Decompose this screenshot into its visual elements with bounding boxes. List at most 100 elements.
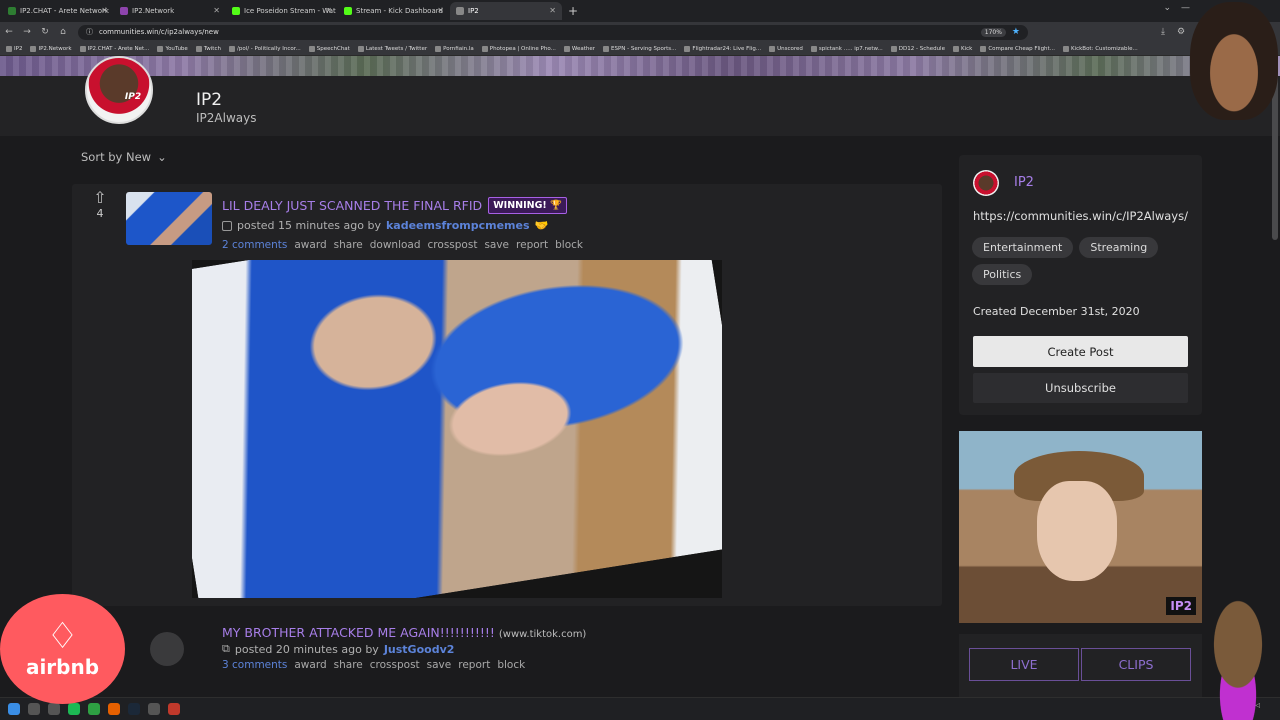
award-link[interactable]: award — [294, 659, 326, 671]
firefox-icon[interactable] — [108, 703, 120, 715]
unsubscribe-button[interactable]: Unsubscribe — [973, 373, 1188, 403]
community-title[interactable]: IP2 — [196, 90, 222, 110]
post-thumbnail[interactable] — [150, 632, 184, 666]
community-logo[interactable]: IP2 — [85, 56, 153, 124]
block-link[interactable]: block — [555, 239, 583, 251]
report-link[interactable]: report — [516, 239, 548, 251]
tab-favicon-icon — [344, 7, 352, 15]
bookmark-item[interactable]: Unscored — [769, 45, 803, 52]
close-icon[interactable]: ✕ — [549, 6, 556, 15]
obs-icon[interactable] — [168, 703, 180, 715]
extensions-icon[interactable]: ⚙ — [1172, 27, 1190, 37]
bookmark-item[interactable]: KickBot: Customizable... — [1062, 45, 1138, 52]
windows-start-icon[interactable] — [8, 703, 20, 715]
post-title[interactable]: MY BROTHER ATTACKED ME AGAIN!!!!!!!!!!! … — [222, 625, 586, 640]
browser-tab[interactable]: Stream - Kick Dashboard ✕ — [338, 2, 450, 20]
zoom-badge[interactable]: 170% — [980, 27, 1006, 37]
upvote-icon[interactable]: ⇧ — [90, 188, 110, 207]
site-info-icon[interactable]: ⓘ — [86, 27, 93, 37]
post-image[interactable] — [192, 260, 722, 598]
bookmark-favicon-icon — [603, 45, 610, 52]
browser-tab-active[interactable]: IP2 ✕ — [450, 2, 562, 20]
tag-streaming[interactable]: Streaming — [1079, 237, 1159, 258]
bookmark-item[interactable]: IP2.CHAT - Arete Net... — [79, 45, 149, 52]
bookmark-item[interactable]: Weather — [563, 45, 595, 52]
chevron-down-icon[interactable]: ⌄ — [1163, 3, 1171, 13]
bookmark-favicon-icon — [79, 45, 86, 52]
bookmark-favicon-icon — [481, 45, 488, 52]
settings-icon[interactable] — [148, 703, 160, 715]
crosspost-link[interactable]: crosspost — [370, 659, 420, 671]
bookmark-item[interactable]: DD12 - Schedule — [890, 45, 945, 52]
tab-label: Ice Poseidon Stream - Wat — [244, 7, 336, 15]
sort-dropdown[interactable]: Sort by New ⌄ — [81, 150, 167, 164]
bookmark-item[interactable]: SpeechChat — [308, 45, 350, 52]
post-author-link[interactable]: JustGoodv2 — [384, 643, 455, 656]
share-link[interactable]: share — [334, 659, 363, 671]
bookmark-item[interactable]: IP2 — [6, 45, 22, 52]
bookmark-label: YouTube — [165, 45, 188, 52]
share-link[interactable]: share — [334, 239, 363, 251]
save-link[interactable]: save — [427, 659, 452, 671]
bookmark-star-icon[interactable]: ★ — [1012, 27, 1020, 37]
block-link[interactable]: block — [497, 659, 525, 671]
back-icon[interactable]: ← — [0, 27, 18, 37]
chrome-icon[interactable] — [88, 703, 100, 715]
bookmark-item[interactable]: Pornfiain.la — [435, 45, 474, 52]
create-post-button[interactable]: Create Post — [973, 336, 1188, 367]
bookmark-item[interactable]: Flightradar24: Live Flig... — [684, 45, 761, 52]
award-link[interactable]: award — [294, 239, 326, 251]
post-domain[interactable]: (www.tiktok.com) — [499, 629, 586, 640]
post-thumbnail[interactable] — [126, 192, 212, 245]
minimize-icon[interactable]: — — [1181, 3, 1190, 13]
sidebar-community-url: https://communities.win/c/IP2Always/ — [973, 209, 1188, 223]
close-icon[interactable]: ✕ — [325, 6, 332, 15]
bookmark-label: ESPN - Serving Sports... — [611, 45, 677, 52]
bookmark-item[interactable]: Compare Cheap Flight... — [980, 45, 1055, 52]
comments-link[interactable]: 3 comments — [222, 659, 287, 671]
bookmark-item[interactable]: Twitch — [195, 45, 221, 52]
bookmark-label: DD12 - Schedule — [898, 45, 945, 52]
browser-tab[interactable]: IP2.Network ✕ — [114, 2, 226, 20]
download-link[interactable]: download — [370, 239, 421, 251]
bookmark-item[interactable]: ESPN - Serving Sports... — [603, 45, 677, 52]
comments-link[interactable]: 2 comments — [222, 239, 287, 251]
bookmark-item[interactable]: spictank ..... ip7.netw... — [810, 45, 883, 52]
close-icon[interactable]: ✕ — [213, 6, 220, 15]
bookmark-item[interactable]: Kick — [952, 45, 972, 52]
post-title[interactable]: LIL DEALY JUST SCANNED THE FINAL RFID WI… — [222, 197, 567, 214]
download-icon[interactable]: ⤓ — [1154, 27, 1172, 37]
report-link[interactable]: report — [458, 659, 490, 671]
airbnb-overlay-logo: ♢ airbnb — [0, 594, 125, 704]
bookmark-item[interactable]: YouTube — [157, 45, 188, 52]
vote-box: ⇧ 4 — [90, 188, 110, 220]
spotify-icon[interactable] — [68, 703, 80, 715]
browser-tab[interactable]: IP2.CHAT - Arete Network ✕ — [2, 2, 114, 20]
reload-icon[interactable]: ↻ — [36, 27, 54, 37]
crosspost-link[interactable]: crosspost — [428, 239, 478, 251]
post-author-link[interactable]: kadeemsfrompcmemes — [386, 219, 530, 232]
post-flair: WINNING! 🏆 — [488, 197, 567, 214]
browser-tab[interactable]: Ice Poseidon Stream - Wat ✕ — [226, 2, 338, 20]
home-icon[interactable]: ⌂ — [54, 27, 72, 37]
close-icon[interactable]: ✕ — [437, 6, 444, 15]
bookmark-label: Twitch — [203, 45, 221, 52]
clips-button[interactable]: CLIPS — [1081, 648, 1191, 681]
new-tab-icon[interactable]: + — [568, 4, 578, 18]
bookmark-item[interactable]: Photopea | Online Pho... — [481, 45, 556, 52]
bookmark-item[interactable]: IP2.Network — [30, 45, 72, 52]
search-icon[interactable] — [28, 703, 40, 715]
window-controls: ⌄ — — [1163, 3, 1190, 13]
live-button[interactable]: LIVE — [969, 648, 1079, 681]
tag-politics[interactable]: Politics — [972, 264, 1033, 285]
url-input[interactable]: ⓘ communities.win/c/ip2always/new 170% ★ — [78, 24, 1028, 40]
task-view-icon[interactable] — [48, 703, 60, 715]
sidebar-community-name[interactable]: IP2 — [1014, 175, 1034, 190]
save-link[interactable]: save — [484, 239, 509, 251]
close-icon[interactable]: ✕ — [101, 6, 108, 15]
bookmark-item[interactable]: /pol/ - Politically Incor... — [228, 45, 301, 52]
steam-icon[interactable] — [128, 703, 140, 715]
forward-icon[interactable]: → — [18, 27, 36, 37]
tag-entertainment[interactable]: Entertainment — [972, 237, 1074, 258]
bookmark-item[interactable]: Latest Tweets / Twitter — [357, 45, 427, 52]
